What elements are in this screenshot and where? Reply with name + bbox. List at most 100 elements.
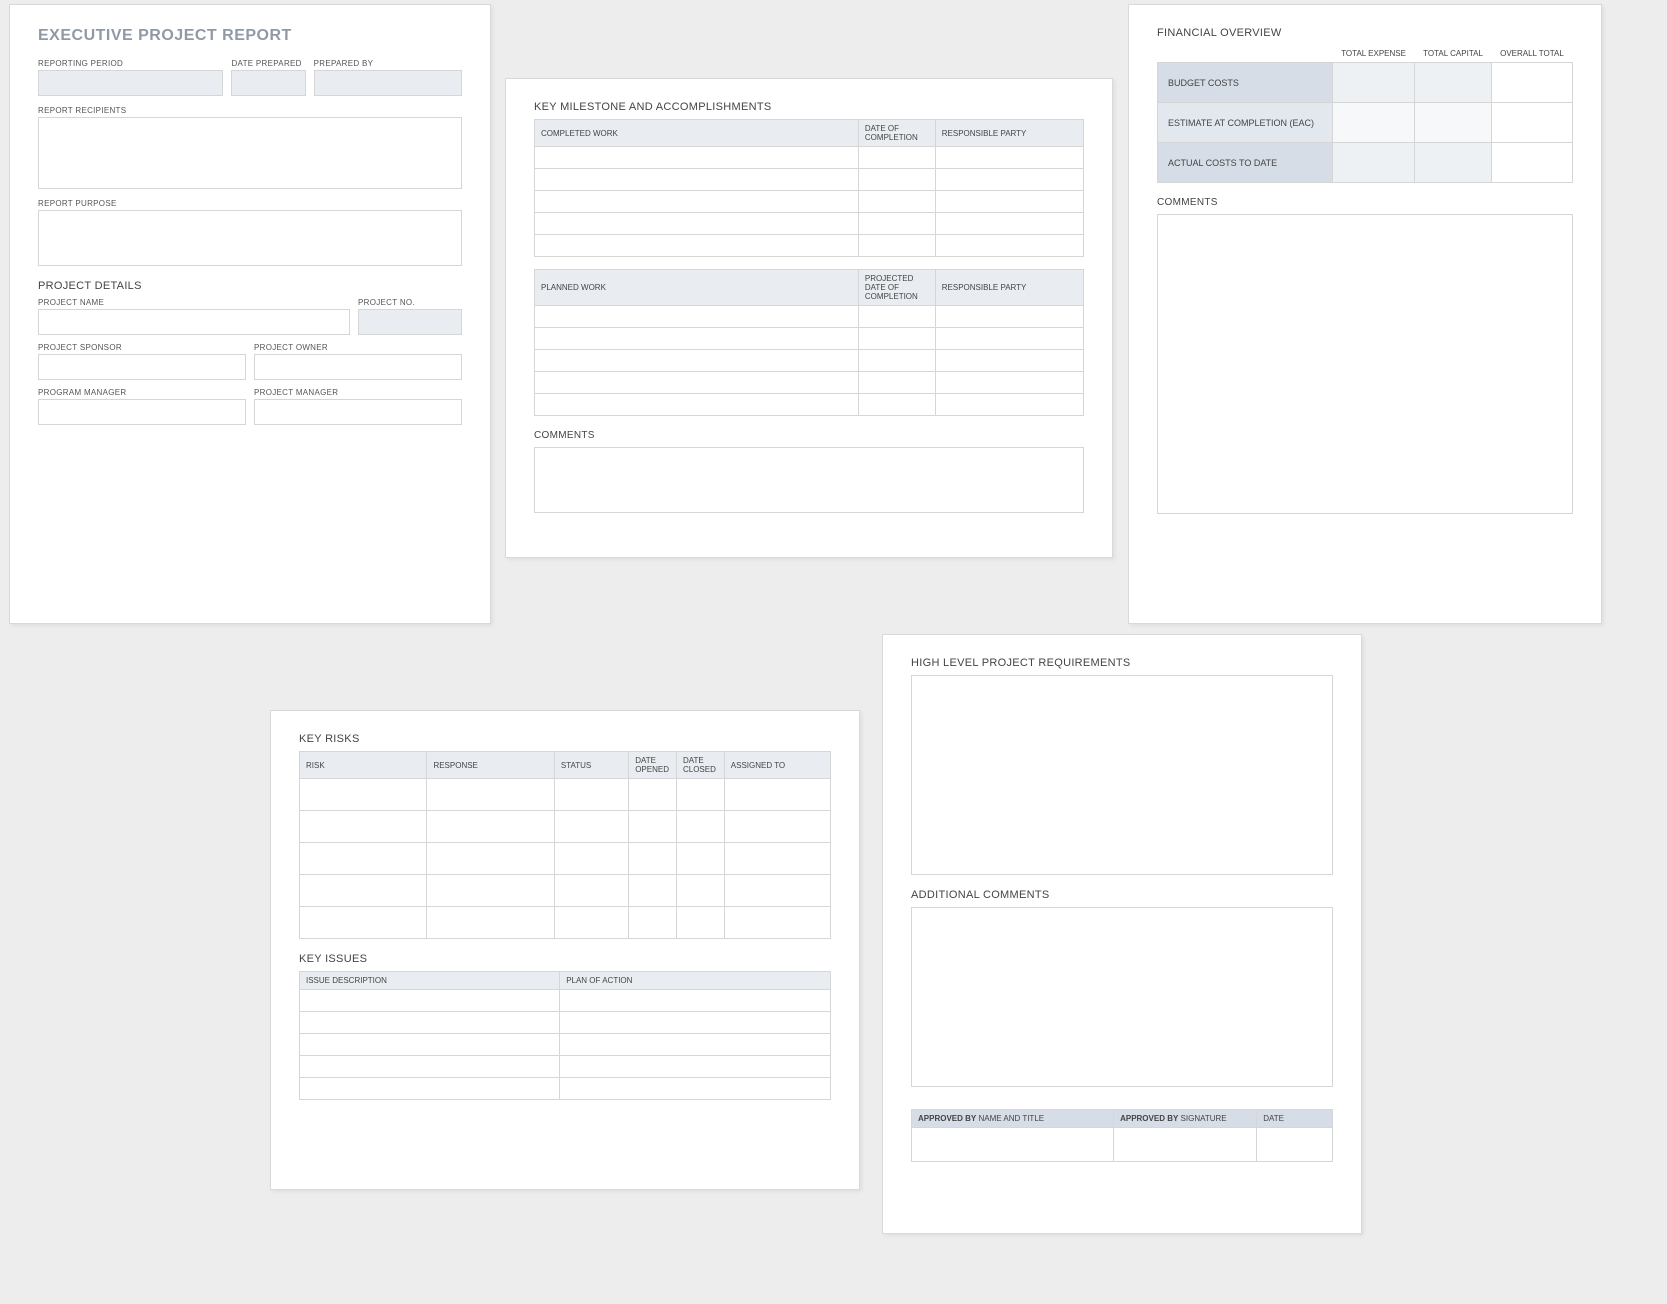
table-row[interactable] [300,1034,831,1056]
input-project-owner[interactable] [254,354,462,380]
section-requirements: HIGH LEVEL PROJECT REQUIREMENTS [911,657,1333,669]
table-row[interactable] [535,147,1084,169]
input-project-sponsor[interactable] [38,354,246,380]
row-eac: ESTIMATE AT COMPLETION (EAC) [1158,103,1573,143]
th-total-expense: TOTAL EXPENSE [1333,45,1415,63]
report-title: EXECUTIVE PROJECT REPORT [38,27,462,45]
row-actual: ACTUAL COSTS TO DATE [1158,143,1573,183]
input-report-purpose[interactable] [38,210,462,266]
th-response: RESPONSE [427,752,554,779]
panel-risks-issues: KEY RISKS RISK RESPONSE STATUS DATE OPEN… [270,710,860,1190]
table-key-risks: RISK RESPONSE STATUS DATE OPENED DATE CL… [299,751,831,939]
table-planned-work: PLANNED WORK PROJECTED DATE OF COMPLETIO… [534,269,1084,416]
th-completed-work: COMPLETED WORK [535,120,859,147]
section-financial: FINANCIAL OVERVIEW [1157,27,1573,39]
cell[interactable] [1333,143,1415,183]
input-date-prepared[interactable] [231,70,305,96]
section-key-issues: KEY ISSUES [299,953,831,965]
lbl-project-name: PROJECT NAME [38,298,350,307]
table-row[interactable] [535,213,1084,235]
table-row[interactable] [300,875,831,907]
panel-requirements: HIGH LEVEL PROJECT REQUIREMENTS ADDITION… [882,634,1362,1234]
lbl-project-sponsor: PROJECT SPONSOR [38,343,246,352]
table-financial: TOTAL EXPENSE TOTAL CAPITAL OVERALL TOTA… [1157,45,1573,183]
th-issue-description: ISSUE DESCRIPTION [300,972,560,990]
table-completed-work: COMPLETED WORK DATE OF COMPLETION RESPON… [534,119,1084,257]
table-row[interactable] [535,306,1084,328]
table-row[interactable] [300,1056,831,1078]
input-additional-comments[interactable] [911,907,1333,1087]
input-project-no[interactable] [358,309,462,335]
th-approved-date: DATE [1257,1110,1333,1128]
input-program-manager[interactable] [38,399,246,425]
lbl-project-owner: PROJECT OWNER [254,343,462,352]
lbl-date-prepared: DATE PREPARED [231,59,305,68]
th-status: STATUS [554,752,628,779]
input-comments-financial[interactable] [1157,214,1573,514]
table-approval: APPROVED BY NAME AND TITLE APPROVED BY S… [911,1109,1333,1162]
th-total-capital: TOTAL CAPITAL [1415,45,1492,63]
row-budget-costs: BUDGET COSTS [1158,63,1573,103]
table-row[interactable] [535,328,1084,350]
cell[interactable] [1491,63,1572,103]
table-row[interactable] [535,394,1084,416]
input-project-name[interactable] [38,309,350,335]
th-assigned-to: ASSIGNED TO [724,752,830,779]
th-planned-work: PLANNED WORK [535,270,859,306]
lbl-project-no: PROJECT NO. [358,298,462,307]
th-approved-signature: APPROVED BY SIGNATURE [1114,1110,1257,1128]
table-row[interactable] [300,1012,831,1034]
input-project-manager[interactable] [254,399,462,425]
table-row[interactable] [300,811,831,843]
cell-actual: ACTUAL COSTS TO DATE [1158,143,1333,183]
table-row[interactable] [912,1128,1333,1162]
th-risk: RISK [300,752,427,779]
table-row[interactable] [300,1078,831,1100]
input-requirements[interactable] [911,675,1333,875]
cell[interactable] [1415,143,1492,183]
input-reporting-period[interactable] [38,70,223,96]
cell-budget-costs: BUDGET COSTS [1158,63,1333,103]
cell[interactable] [1415,103,1492,143]
table-key-issues: ISSUE DESCRIPTION PLAN OF ACTION [299,971,831,1100]
panel-financial: FINANCIAL OVERVIEW TOTAL EXPENSE TOTAL C… [1128,4,1602,624]
table-row[interactable] [300,779,831,811]
lbl-report-purpose: REPORT PURPOSE [38,199,462,208]
cell-eac: ESTIMATE AT COMPLETION (EAC) [1158,103,1333,143]
table-row[interactable] [300,907,831,939]
th-projected-date: PROJECTED DATE OF COMPLETION [858,270,935,306]
section-project-details: PROJECT DETAILS [38,280,462,292]
th-date-completion: DATE OF COMPLETION [858,120,935,147]
section-key-risks: KEY RISKS [299,733,831,745]
lbl-prepared-by: PREPARED BY [314,59,462,68]
cell[interactable] [1491,103,1572,143]
section-milestones: KEY MILESTONE AND ACCOMPLISHMENTS [534,101,1084,113]
lbl-comments-milestones: COMMENTS [534,430,1084,441]
th-date-closed: DATE CLOSED [676,752,724,779]
table-row[interactable] [535,372,1084,394]
table-row[interactable] [535,191,1084,213]
table-row[interactable] [300,990,831,1012]
section-additional-comments: ADDITIONAL COMMENTS [911,889,1333,901]
table-row[interactable] [535,350,1084,372]
table-row[interactable] [300,843,831,875]
panel-milestones: KEY MILESTONE AND ACCOMPLISHMENTS COMPLE… [505,78,1113,558]
table-row[interactable] [535,169,1084,191]
cell[interactable] [1491,143,1572,183]
lbl-report-recipients: REPORT RECIPIENTS [38,106,462,115]
th-plan-of-action: PLAN OF ACTION [560,972,831,990]
lbl-comments-financial: COMMENTS [1157,197,1573,208]
cell[interactable] [1333,63,1415,103]
th-responsible-party: RESPONSIBLE PARTY [935,120,1083,147]
cell[interactable] [1333,103,1415,143]
th-responsible-party-2: RESPONSIBLE PARTY [935,270,1083,306]
table-row[interactable] [535,235,1084,257]
input-prepared-by[interactable] [314,70,462,96]
input-report-recipients[interactable] [38,117,462,189]
lbl-program-manager: PROGRAM MANAGER [38,388,246,397]
th-approved-name: APPROVED BY NAME AND TITLE [912,1110,1114,1128]
input-comments-milestones[interactable] [534,447,1084,513]
lbl-project-manager: PROJECT MANAGER [254,388,462,397]
th-overall-total: OVERALL TOTAL [1491,45,1572,63]
cell[interactable] [1415,63,1492,103]
